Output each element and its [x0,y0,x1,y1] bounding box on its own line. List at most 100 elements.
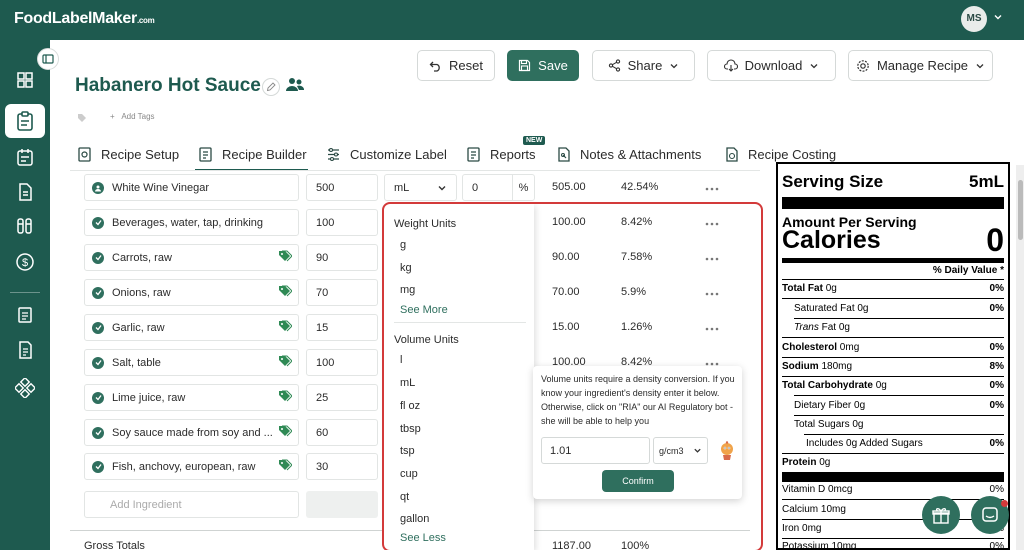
percent-suffix: % [512,175,534,200]
nf-dv: 0% [989,342,1004,353]
ingredient-name[interactable]: Fish, anchovy, european, raw [84,453,299,480]
tab-recipe-setup[interactable]: Recipe Setup [77,145,179,163]
tag-icon[interactable] [278,285,293,300]
unit-select[interactable]: mL [384,174,457,201]
nf-divider [782,279,1004,280]
add-tags-label: Add Tags [121,112,155,121]
nf-row-sodium: Sodium 180mg 8% [782,361,1004,372]
percent-value: 42.54% [621,181,659,193]
download-button[interactable]: Download [707,50,836,81]
nf-amount: 0g [852,419,864,430]
recipes-icon[interactable] [5,104,45,138]
ingredient-name[interactable]: Garlic, raw [84,314,299,341]
nf-dv: 8% [989,361,1004,372]
dashboard-icon[interactable] [13,68,37,92]
collapse-sidebar-icon[interactable] [37,48,59,70]
quantity-input[interactable]: 60 [306,419,378,446]
tab-label: Notes & Attachments [580,146,702,162]
gross-totals-label: Gross Totals [84,540,145,550]
tab-recipe-builder[interactable]: Recipe Builder [198,145,307,163]
ingredient-name[interactable]: Beverages, water, tap, drinking [84,209,299,236]
chat-icon [982,507,998,522]
nf-row-trans-fat: Trans Fat 0g [782,322,1004,333]
edit-title-icon[interactable] [262,78,280,96]
notes-icon [558,146,570,162]
add-ingredient-quantity[interactable] [306,491,378,518]
nf-amount: 10mg [820,504,846,515]
documents-icon[interactable] [13,180,37,204]
nf-divider [782,538,1004,539]
quantity-input[interactable]: 500 [306,174,378,201]
serving-size-row: Serving Size 5mL [782,172,1004,192]
add-tags-link[interactable]: + Add Tags [110,112,155,121]
tab-notes-attachments[interactable]: Notes & Attachments [556,145,701,163]
ingredient-label: White Wine Vinegar [112,181,210,194]
nf-amount: 0g [857,303,869,314]
serving-size-value: 5mL [969,172,1004,191]
add-ingredient-input[interactable]: Add Ingredient [84,491,299,518]
avatar[interactable]: MS [961,6,987,32]
highlight-box [382,202,763,550]
ingredient-label: Carrots, raw [112,251,172,264]
recipe-costing-icon [726,146,738,162]
integrations-icon[interactable] [13,376,37,400]
tag-icon[interactable] [278,459,293,474]
thick-divider [782,472,1004,482]
ingredients-icon[interactable] [13,214,37,238]
quantity-input[interactable]: 100 [306,209,378,236]
menu-planner-icon[interactable] [13,145,37,169]
tag-icon[interactable] [278,320,293,335]
more-options-icon[interactable] [705,180,719,194]
nf-row-added-sugars: Includes 0g Added Sugars 0% [782,438,1004,449]
ingredient-label: Garlic, raw [112,321,165,334]
quantity-input[interactable]: 30 [306,453,378,480]
share-button[interactable]: Share [592,50,695,81]
quantity-input[interactable]: 25 [306,384,378,411]
share-users-icon[interactable] [286,77,305,96]
thick-divider [782,197,1004,209]
scrollbar-thumb[interactable] [1018,180,1023,240]
chevron-down-icon[interactable] [993,12,1003,22]
quantity-input[interactable]: 100 [306,349,378,376]
clipboard-icon[interactable] [13,302,37,326]
report-icon[interactable] [13,338,37,362]
nf-dv: 0% [989,283,1004,294]
nf-label: Saturated Fat [794,303,855,314]
ingredient-label: Fish, anchovy, european, raw [112,460,256,473]
nf-label: Includes 0g Added Sugars [806,438,923,449]
ingredient-name[interactable]: White Wine Vinegar [84,174,299,201]
manage-recipe-label: Manage Recipe [876,58,969,73]
nf-label: Protein [782,457,817,468]
tab-customize-label[interactable]: Customize Label [326,145,447,163]
check-icon [92,460,104,473]
tag-icon[interactable] [278,425,293,440]
ingredient-name[interactable]: Soy sauce made from soy and ... [84,419,299,446]
tab-reports[interactable]: Reports [466,145,536,163]
waste-input[interactable]: 0% [462,174,535,201]
manage-recipe-button[interactable]: Manage Recipe [848,50,993,81]
ingredient-name[interactable]: Carrots, raw [84,244,299,271]
tag-icon[interactable] [278,250,293,265]
app-logo[interactable]: FoodLabelMaker.com [14,10,155,28]
save-button[interactable]: Save [507,50,579,81]
tab-label: Customize Label [350,146,447,162]
tag-icon[interactable] [278,390,293,405]
nf-divider [782,337,1004,338]
costing-icon[interactable]: $ [13,250,37,274]
nf-label: Total Sugars [794,419,850,430]
nf-label: Vitamin D [782,484,826,495]
quantity-input[interactable]: 90 [306,244,378,271]
nf-divider [782,376,1004,377]
ingredient-name[interactable]: Salt, table [84,349,299,376]
tab-recipe-costing[interactable]: Recipe Costing [724,145,836,163]
reset-button[interactable]: Reset [417,50,495,81]
ingredient-name[interactable]: Lime juice, raw [84,384,299,411]
gift-button[interactable] [922,496,960,534]
tag-icon[interactable] [278,355,293,370]
check-icon [92,251,104,264]
ingredient-name[interactable]: Onions, raw [84,279,299,306]
top-bar: FoodLabelMaker.com MS [0,0,1024,40]
quantity-input[interactable]: 15 [306,314,378,341]
quantity-input[interactable]: 70 [306,279,378,306]
tabs-divider [70,170,760,171]
